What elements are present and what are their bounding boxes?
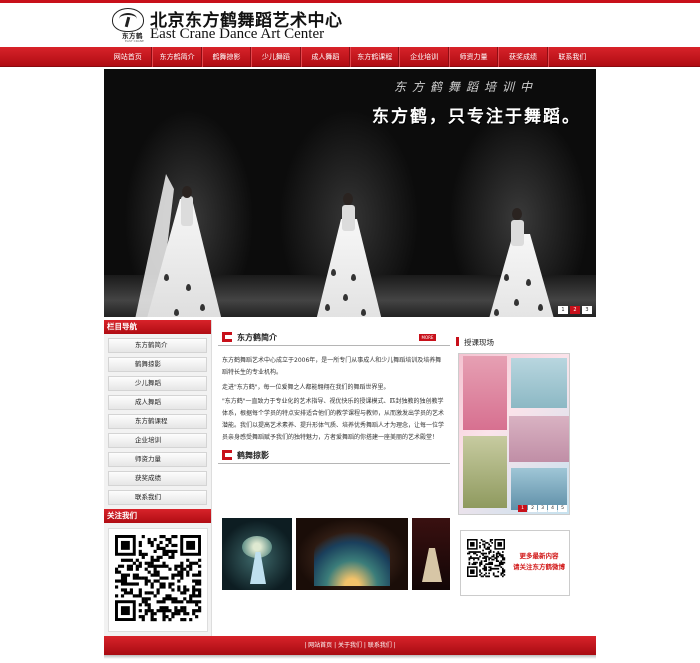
banner-slogan: 东方鹤，只专注于舞蹈。: [372, 107, 581, 127]
slideshow-pager-dot[interactable]: 5: [558, 505, 567, 512]
weibo-message: 更多最新内容 请关注东方鹤微博: [509, 551, 569, 573]
slideshow-pager-dot[interactable]: 3: [538, 505, 547, 512]
peacock-dancer-figure: [299, 179, 399, 317]
class-scene-title: 授课现场: [464, 338, 494, 347]
nav-item-home[interactable]: 网站首页: [104, 47, 153, 67]
slideshow-pager-dot-active[interactable]: 1: [518, 505, 527, 512]
weibo-qr-code: [465, 537, 507, 579]
left-sidebar: 栏目导航 东方鹤简介 鹤舞掠影 少儿舞蹈 成人舞蹈 东方鹤课程 企业培训 师资力…: [104, 320, 212, 636]
nav-item-kids-dance[interactable]: 少儿舞蹈: [251, 47, 301, 67]
nav-item-contact[interactable]: 联系我们: [547, 47, 596, 67]
main-content: 东方鹤简介 MORE 东方鹤舞蹈艺术中心成立于2006年，是一所专门从事成人和少…: [218, 320, 450, 636]
gallery-photo[interactable]: [412, 518, 450, 590]
banner-pager-dot-active[interactable]: 2: [570, 306, 580, 314]
more-button[interactable]: MORE: [419, 334, 436, 341]
site-logo[interactable]: 东方鹤 EAST CRANE: [112, 8, 144, 44]
sidebar-item-courses[interactable]: 东方鹤课程: [108, 414, 207, 429]
sidebar-item-gallery[interactable]: 鹤舞掠影: [108, 357, 207, 372]
nav-item-courses[interactable]: 东方鹤课程: [350, 47, 400, 67]
slideshow-pager: 1 2 3 4 5: [518, 505, 567, 512]
section-mark-icon: [222, 332, 232, 342]
sidebar-menu: 东方鹤简介 鹤舞掠影 少儿舞蹈 成人舞蹈 东方鹤课程 企业培训 师资力量 获奖成…: [104, 334, 211, 505]
intro-title: 东方鹤简介: [237, 333, 277, 342]
class-photo-slideshow[interactable]: 1 2 3 4 5: [458, 353, 570, 515]
footer-shadow: [104, 655, 596, 659]
nav-item-teachers[interactable]: 师资力量: [448, 47, 499, 67]
section-mark-icon: [222, 449, 232, 460]
sidebar-item-about[interactable]: 东方鹤简介: [108, 338, 207, 353]
nav-item-gallery[interactable]: 鹤舞掠影: [201, 47, 252, 67]
sidebar-item-teachers[interactable]: 师资力量: [108, 452, 207, 467]
site-title-en: East Crane Dance Art Center: [150, 26, 325, 42]
nav-item-about[interactable]: 东方鹤简介: [152, 47, 202, 67]
gallery-strip: [222, 518, 450, 590]
nav-item-adult-dance[interactable]: 成人舞蹈: [300, 47, 351, 67]
qr-code-icon: [467, 539, 506, 578]
intro-text: 东方鹤舞蹈艺术中心成立于2006年，是一所专门从事成人和少儿舞蹈培训及培养舞蹈特…: [218, 355, 450, 444]
gallery-section-header: 鹤舞掠影: [218, 448, 450, 464]
peacock-dancer-figure: [134, 164, 244, 317]
site-header: 东方鹤 EAST CRANE 北京东方鹤舞蹈艺术中心 East Crane Da…: [104, 3, 596, 47]
nav-item-awards[interactable]: 获奖成绩: [498, 47, 548, 67]
hero-banner[interactable]: 东方鹤舞蹈培训中 东方鹤，只专注于舞蹈。 1 2 3: [104, 69, 596, 317]
sidebar-item-kids-dance[interactable]: 少儿舞蹈: [108, 376, 207, 391]
intro-paragraph: 东方鹤舞蹈艺术中心成立于2006年，是一所专门从事成人和少儿舞蹈培训及培养舞蹈特…: [222, 357, 442, 376]
slideshow-pager-dot[interactable]: 4: [548, 505, 557, 512]
banner-pager: 1 2 3: [558, 306, 592, 314]
right-sidebar: 授课现场 1 2 3 4 5 更多最新内容 请关注东方鹤微博: [452, 320, 596, 636]
logo-subtext: EAST CRANE: [125, 39, 144, 43]
sidebar-item-corporate-training[interactable]: 企业培训: [108, 433, 207, 448]
gallery-title: 鹤舞掠影: [237, 450, 269, 460]
banner-pager-dot[interactable]: 3: [582, 306, 592, 314]
slideshow-pager-dot[interactable]: 2: [528, 505, 537, 512]
banner-pager-dot[interactable]: 1: [558, 306, 568, 314]
follow-heading: 关注我们: [104, 509, 211, 523]
sidebar-heading: 栏目导航: [104, 320, 211, 334]
weibo-line-2: 请关注东方鹤微博: [513, 563, 565, 571]
class-scene-header: 授课现场: [452, 334, 596, 350]
weibo-line-1: 更多最新内容: [519, 552, 559, 560]
site-footer: | 网站首页 | 关于我们 | 联系我们 |: [104, 636, 596, 655]
sidebar-item-adult-dance[interactable]: 成人舞蹈: [108, 395, 207, 410]
gallery-photo[interactable]: [296, 518, 408, 590]
banner-subtitle: 东方鹤舞蹈培训中: [394, 80, 539, 94]
crane-logo-icon: [112, 8, 144, 32]
sidebar-item-awards[interactable]: 获奖成绩: [108, 471, 207, 486]
peacock-dancer-figure: [474, 194, 574, 317]
nav-item-corporate-training[interactable]: 企业培训: [399, 47, 449, 67]
wechat-qr-code: [108, 528, 208, 632]
weibo-follow-box[interactable]: 更多最新内容 请关注东方鹤微博: [460, 530, 570, 596]
heading-bar-icon: [456, 337, 459, 346]
intro-paragraph: "东方鹤"一直致力于专业化的艺术指导、视优快乐的授课模式、匹封独教的独创教学体系…: [222, 398, 445, 441]
main-nav: 网站首页 东方鹤简介 鹤舞掠影 少儿舞蹈 成人舞蹈 东方鹤课程 企业培训 师资力…: [0, 47, 700, 67]
footer-links[interactable]: | 网站首页 | 关于我们 | 联系我们 |: [304, 642, 396, 649]
sidebar-item-contact[interactable]: 联系我们: [108, 490, 207, 505]
intro-section-header: 东方鹤简介 MORE: [218, 330, 450, 346]
intro-paragraph: 走进"东方鹤"，每一位爱舞之人都能翱翔在我们的舞蹈世界里。: [222, 383, 390, 391]
qr-code-icon: [115, 535, 202, 622]
gallery-photo[interactable]: [222, 518, 292, 590]
